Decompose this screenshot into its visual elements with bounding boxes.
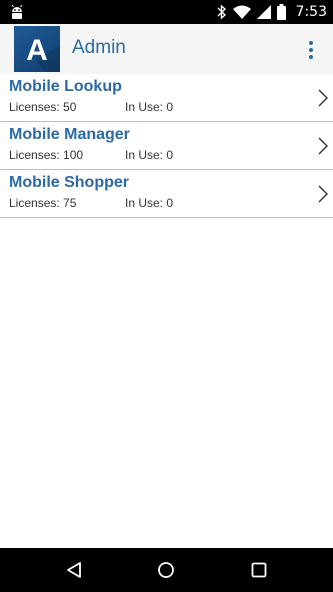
item-title: Mobile Shopper: [9, 174, 129, 191]
android-debug-icon: [8, 3, 26, 21]
item-licenses: Licenses: 75: [9, 196, 77, 210]
bluetooth-icon: [217, 4, 226, 20]
app-bar: A Admin: [0, 24, 333, 74]
logo-letter: A: [26, 34, 48, 67]
item-in-use: In Use: 0: [125, 100, 174, 114]
app-logo: A: [14, 26, 60, 72]
back-icon[interactable]: [64, 560, 84, 580]
item-licenses: Licenses: 50: [9, 100, 77, 114]
navigation-bar: [0, 548, 333, 592]
item-in-use: In Use: 0: [125, 196, 174, 210]
battery-icon: [276, 4, 286, 20]
status-time: 7:53: [295, 4, 327, 20]
list-item-mobile-manager[interactable]: Mobile Manager Licenses: 100 In Use: 0: [0, 122, 333, 170]
app-title: Admin: [72, 37, 126, 58]
license-list: Mobile Lookup Licenses: 50 In Use: 0 Mob…: [0, 74, 333, 218]
item-title: Mobile Manager: [9, 126, 130, 143]
chevron-right-icon: [318, 185, 328, 203]
signal-icon: [256, 5, 271, 19]
chevron-right-icon: [318, 137, 328, 155]
item-title: Mobile Lookup: [9, 78, 122, 95]
wifi-icon: [232, 5, 251, 19]
home-icon[interactable]: [156, 560, 176, 580]
item-in-use: In Use: 0: [125, 148, 174, 162]
list-item-mobile-lookup[interactable]: Mobile Lookup Licenses: 50 In Use: 0: [0, 74, 333, 122]
list-item-mobile-shopper[interactable]: Mobile Shopper Licenses: 75 In Use: 0: [0, 170, 333, 218]
overflow-menu-icon[interactable]: [301, 37, 321, 63]
item-licenses: Licenses: 100: [9, 148, 84, 162]
chevron-right-icon: [318, 89, 328, 107]
status-icons: 7:53: [217, 0, 327, 24]
status-bar: 7:53: [0, 0, 333, 24]
recents-icon[interactable]: [249, 560, 269, 580]
